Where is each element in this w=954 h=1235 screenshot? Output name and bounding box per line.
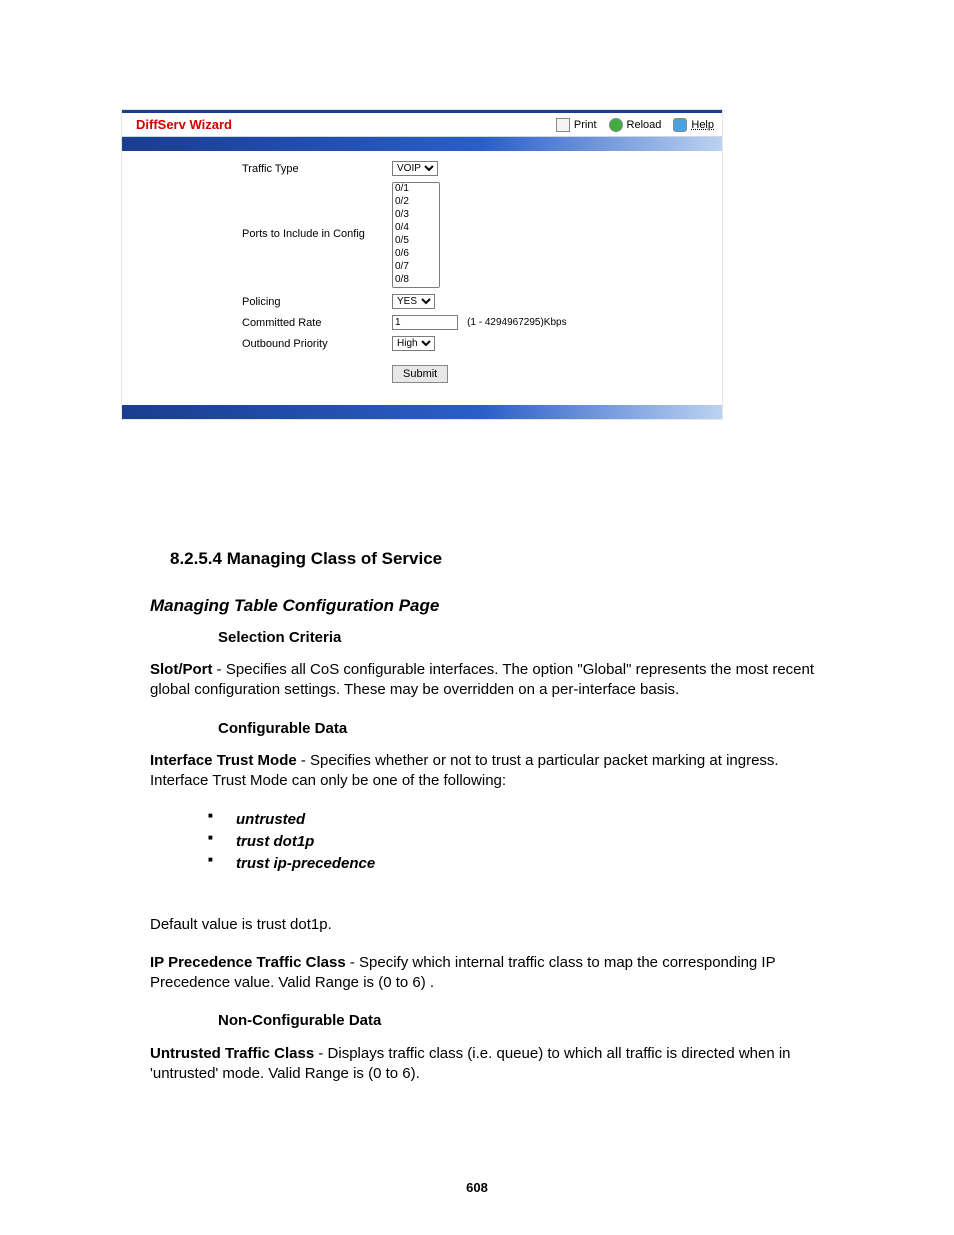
traffic-type-select[interactable]: VOIP xyxy=(392,161,438,176)
section-heading: 8.2.5.4 Managing Class of Service xyxy=(170,548,840,571)
reload-button[interactable]: Reload xyxy=(609,118,662,132)
help-label: Help xyxy=(691,119,714,131)
list-item: trust ip-precedence xyxy=(208,853,840,875)
print-button[interactable]: Print xyxy=(556,118,597,132)
outbound-priority-label: Outbound Priority xyxy=(132,336,392,350)
ports-multiselect[interactable]: 0/1 0/2 0/3 0/4 0/5 0/6 0/7 0/8 0/9 0/10 xyxy=(392,182,440,288)
list-item: trust dot1p xyxy=(208,831,840,853)
committed-rate-input[interactable] xyxy=(392,315,458,330)
screenshot-header: DiffServ Wizard Print Reload Help xyxy=(122,113,722,137)
print-label: Print xyxy=(574,119,597,131)
outbound-priority-select[interactable]: High xyxy=(392,336,435,351)
help-icon xyxy=(673,118,687,132)
form-body: Traffic Type VOIP Ports to Include in Co… xyxy=(122,151,722,405)
reload-icon xyxy=(609,118,623,132)
untrusted-paragraph: Untrusted Traffic Class - Displays traff… xyxy=(150,1044,840,1085)
list-item: untrusted xyxy=(208,809,840,831)
reload-label: Reload xyxy=(627,119,662,131)
nonconfigurable-data-heading: Non-Configurable Data xyxy=(218,1011,840,1031)
diffserv-screenshot: DiffServ Wizard Print Reload Help Traffi… xyxy=(122,110,722,419)
selection-criteria-heading: Selection Criteria xyxy=(218,628,840,648)
configurable-data-heading: Configurable Data xyxy=(218,719,840,739)
traffic-type-label: Traffic Type xyxy=(132,161,392,175)
header-gradient-bar xyxy=(122,137,722,151)
committed-rate-hint: (1 - 4294967295)Kbps xyxy=(467,317,567,328)
page-number: 608 xyxy=(0,1180,954,1195)
trust-mode-list: untrusted trust dot1p trust ip-precedenc… xyxy=(208,809,840,874)
footer-gradient-bar xyxy=(122,405,722,419)
help-button[interactable]: Help xyxy=(673,118,714,132)
page-title: DiffServ Wizard xyxy=(136,117,232,132)
default-value-paragraph: Default value is trust dot1p. xyxy=(150,915,840,935)
policing-label: Policing xyxy=(132,294,392,308)
document-page: DiffServ Wizard Print Reload Help Traffi… xyxy=(0,0,954,1235)
subsection-heading: Managing Table Configuration Page xyxy=(150,595,840,618)
trustmode-paragraph: Interface Trust Mode - Specifies whether… xyxy=(150,751,840,792)
submit-button[interactable]: Submit xyxy=(392,365,448,383)
ports-label: Ports to Include in Config xyxy=(132,182,392,240)
print-icon xyxy=(556,118,570,132)
policing-select[interactable]: YES xyxy=(392,294,435,309)
slotport-paragraph: Slot/Port - Specifies all CoS configurab… xyxy=(150,660,840,701)
ipprec-paragraph: IP Precedence Traffic Class - Specify wh… xyxy=(150,953,840,994)
document-text: 8.2.5.4 Managing Class of Service Managi… xyxy=(150,548,840,1102)
committed-rate-label: Committed Rate xyxy=(132,315,392,329)
